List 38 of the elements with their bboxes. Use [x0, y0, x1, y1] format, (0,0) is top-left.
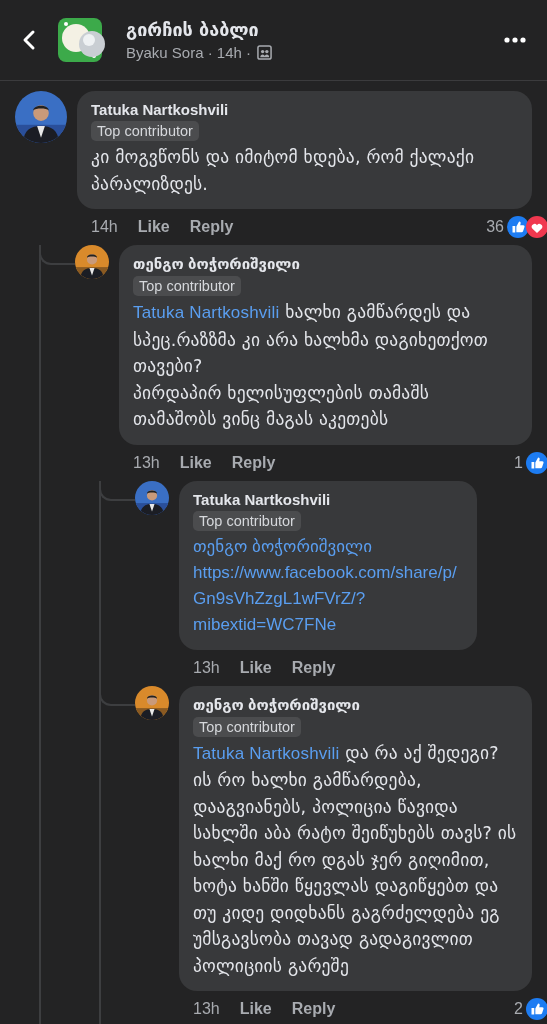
mention-link[interactable]: Tatuka Nartkoshvili — [133, 303, 280, 322]
reaction-count: 1 — [514, 453, 523, 472]
post-meta: Byaku Sora · 14h · — [126, 44, 252, 61]
thumbs-up-icon[interactable] — [526, 998, 547, 1020]
reaction-count: 2 — [514, 1000, 523, 1018]
comment-time: 13h — [133, 453, 160, 472]
group-title[interactable]: გირჩის ბაბლი — [126, 19, 489, 40]
reply-link[interactable]: Reply — [189, 218, 234, 236]
mention-link[interactable]: Tatuka Nartkoshvili — [193, 743, 340, 763]
contributor-badge: Top contributor — [91, 121, 199, 141]
like-link[interactable]: Like — [137, 218, 170, 236]
author-name[interactable]: Tatuka Nartkoshvili — [193, 490, 331, 508]
author-name[interactable]: Tatuka Nartkoshvili — [91, 101, 229, 118]
reaction-count: 36 — [486, 218, 504, 236]
thumbs-up-icon[interactable] — [526, 451, 547, 474]
author-name[interactable]: თენგო ბოჭორიშვილი — [133, 255, 300, 273]
like-link[interactable]: Like — [179, 453, 212, 472]
group-icon — [257, 45, 273, 60]
comment-time: 14h — [91, 218, 118, 236]
contributor-badge: Top contributor — [193, 716, 301, 737]
reply-link[interactable]: Reply — [291, 658, 336, 677]
comment-text: კი მოგვწონს და იმიტომ ხდება, რომ ქალაქი პარალიზდეს. — [91, 146, 476, 196]
contributor-badge: Top contributor — [193, 510, 301, 531]
mention-link[interactable]: თენგო ბოჭორიშვილი — [193, 533, 463, 560]
thumbs-up-icon[interactable] — [507, 216, 529, 238]
contributor-badge: Top contributor — [133, 276, 241, 296]
reply-link[interactable]: Reply — [231, 453, 276, 472]
comment-time: 13h — [193, 658, 220, 677]
comment-time: 13h — [193, 1000, 220, 1018]
more-icon[interactable] — [503, 36, 527, 44]
like-link[interactable]: Like — [239, 1000, 272, 1018]
reply-link[interactable]: Reply — [291, 1000, 336, 1018]
url-link[interactable]: https://www.facebook.com/share/p/Gn9sVhZzgL1wFVrZ/?mibextid=WC7FNe — [193, 559, 463, 638]
comment-text: Tatuka Nartkoshvili ხალხი გამწარდეს და სპეც.რაზზმა კი არა ხალხმა დაგიხეთქოთ თავები? პირდაპირ ხელისუფლების თამაშს თამაშობს ვინც მაგას აკეთებს — [133, 301, 490, 431]
like-link[interactable]: Like — [239, 658, 272, 677]
heart-icon[interactable] — [526, 216, 547, 238]
comment-text: Tatuka Nartkoshvili და რა აქ შედეგი? ის რო ხალხი გამწარდება, დააგვიანებს, პოლიცია წავიდა სახლში აბა რატო შეიწუხებს თავს? ის ხალხი მაქ რო დგას ჯერ გიღიმით, ხოტა ხანში წყევლას დაგიწყებთ და თუ კიდე დიდხანს გაგრძელდება ეგ უმსგავსობა თავად გადაგივლით პოლიციის გარეშე — [193, 741, 518, 978]
author-name[interactable]: თენგო ბოჭორიშვილი — [193, 695, 360, 714]
